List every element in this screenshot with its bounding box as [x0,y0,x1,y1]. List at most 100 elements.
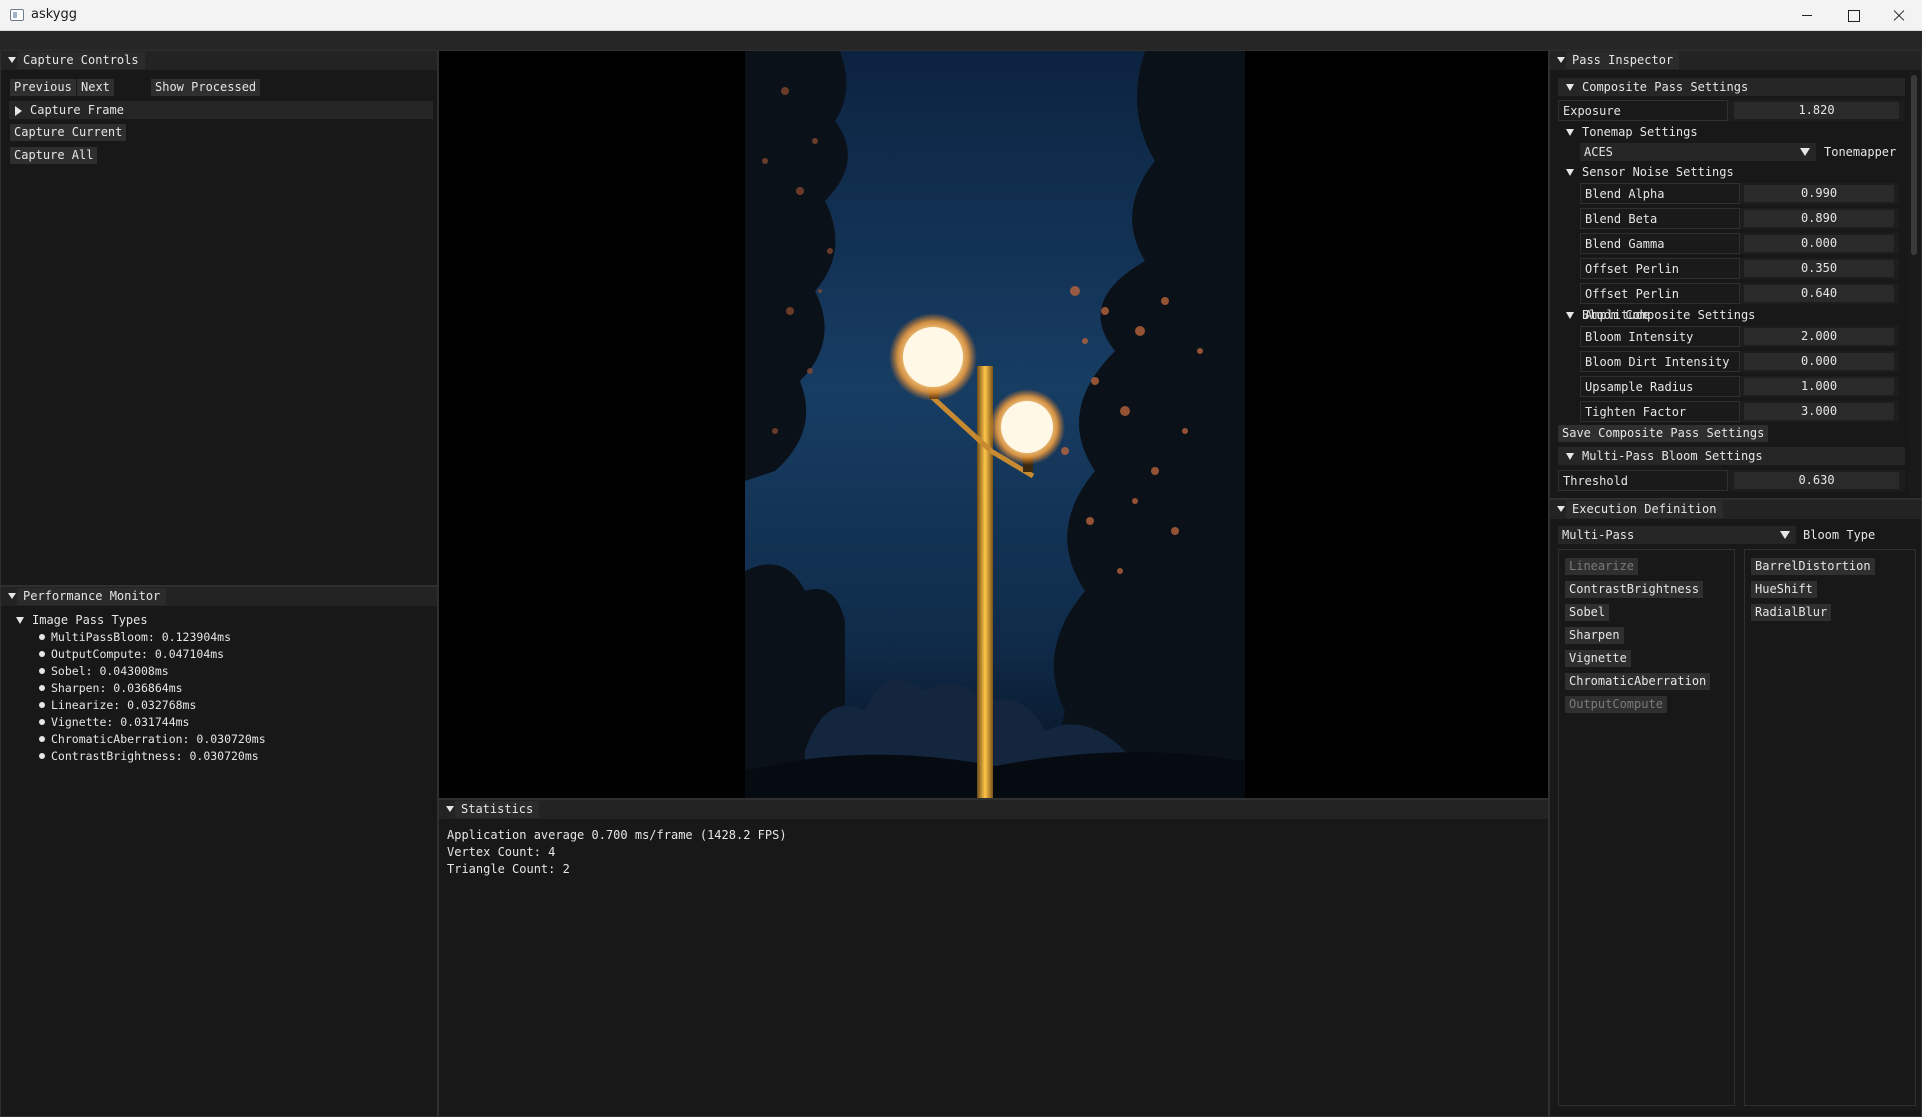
threshold-row: Threshold 0.630 [1558,470,1905,491]
blend-beta-drag-input[interactable]: 0.890 [1744,210,1894,227]
perf-entry: MultiPassBloom: 0.123904ms [51,630,232,644]
pass-item-barrel-distortion[interactable]: BarrelDistortion [1751,558,1875,575]
show-processed-button[interactable]: Show Processed [151,79,261,96]
pass-inspector-header[interactable]: Pass Inspector [1550,51,1921,70]
statistics-header[interactable]: Statistics [439,800,1548,819]
image-pass-types-node[interactable]: Image Pass Types [16,611,148,629]
bloom-intensity-label: Bloom Intensity [1580,326,1740,347]
pass-item-vignette[interactable]: Vignette [1565,650,1631,667]
section-label: Tonemap Settings [1582,125,1698,139]
capture-controls-header[interactable]: Capture Controls [1,51,437,70]
bloom-intensity-drag-input[interactable]: 2.000 [1744,328,1894,345]
blend-alpha-drag-input[interactable]: 0.990 [1744,185,1894,202]
vertical-scrollbar[interactable] [1909,71,1919,496]
section-label: Sensor Noise Settings [1582,165,1734,179]
pass-item-chromatic-aberration[interactable]: ChromaticAberration [1565,673,1711,690]
bloom-type-label: Bloom Type [1803,528,1876,542]
capture-frame-label: Capture Frame [30,103,124,117]
section-label: Bloom Composite Settings [1582,308,1756,322]
list-item: Sharpen: 0.036864ms [39,680,183,697]
minimize-icon[interactable] [1784,0,1830,31]
expand-arrow-icon [1566,453,1574,460]
list-item: Linearize: 0.032768ms [39,697,196,714]
bullet-icon [39,650,45,657]
pass-item-linearize[interactable]: Linearize [1565,558,1639,575]
available-passes-list[interactable]: BarrelDistortion HueShift RadialBlur [1744,549,1916,1106]
offset-perlin-amplitude-drag-input[interactable]: 0.640 [1744,285,1894,302]
offset-perlin-frequency-drag-input[interactable]: 0.350 [1744,260,1894,277]
stat-fps: Application average 0.700 ms/frame (1428… [447,828,787,842]
bloom-dirt-intensity-row: Bloom Dirt Intensity 0.000 [1580,351,1899,372]
offset-perlin-amplitude-row: Offset Perlin Amplitude 0.640 [1580,283,1899,322]
bullet-icon [39,701,45,708]
app-icon [10,9,24,21]
collapse-arrow-icon[interactable] [446,806,454,812]
blend-gamma-row: Blend Gamma 0.000 [1580,233,1899,254]
bloom-type-select[interactable]: Multi-Pass [1558,526,1796,544]
tighten-factor-drag-input[interactable]: 3.000 [1744,403,1894,420]
blend-gamma-drag-input[interactable]: 0.000 [1744,235,1894,252]
panel-title: Execution Definition [1566,501,1723,518]
capture-current-button[interactable]: Capture Current [10,124,127,141]
pass-item-sobel[interactable]: Sobel [1565,604,1610,621]
performance-monitor-header[interactable]: Performance Monitor [1,587,437,606]
capture-frame-node[interactable]: Capture Frame [9,101,433,119]
tonemap-settings-header[interactable]: Tonemap Settings [1566,123,1698,141]
section-label: Multi-Pass Bloom Settings [1582,449,1763,463]
upsample-radius-label: Upsample Radius [1580,376,1740,397]
bloom-dirt-intensity-drag-input[interactable]: 0.000 [1744,353,1894,370]
dropdown-arrow-icon [1780,531,1790,539]
bloom-composite-settings-header[interactable]: Bloom Composite Settings [1566,306,1755,324]
previous-button[interactable]: Previous [10,79,76,96]
active-passes-list[interactable]: Linearize ContrastBrightness Sobel Sharp… [1558,549,1735,1106]
render-viewport[interactable] [438,50,1549,799]
pass-item-sharpen[interactable]: Sharpen [1565,627,1624,644]
collapse-arrow-icon[interactable] [8,57,16,63]
collapse-arrow-icon[interactable] [1557,57,1565,63]
capture-all-button[interactable]: Capture All [10,147,98,164]
multi-pass-bloom-settings-header[interactable]: Multi-Pass Bloom Settings [1558,447,1905,465]
bullet-icon [39,718,45,725]
pass-item-contrast-brightness[interactable]: ContrastBrightness [1565,581,1704,598]
save-composite-pass-settings-button[interactable]: Save Composite Pass Settings [1558,425,1769,442]
close-icon[interactable] [1876,0,1922,31]
perf-entry: OutputCompute: 0.047104ms [51,647,225,661]
pass-item-hue-shift[interactable]: HueShift [1751,581,1817,598]
expand-arrow-icon [1566,84,1574,91]
panel-title: Pass Inspector [1566,52,1680,69]
threshold-drag-input[interactable]: 0.630 [1734,472,1899,489]
window-title: askygg [31,7,78,22]
blend-alpha-label: Blend Alpha [1580,183,1740,204]
collapse-arrow-icon[interactable] [8,593,16,599]
capture-controls-panel: Capture Controls Previous Next Show Proc… [0,50,438,586]
expand-arrow-icon [1566,129,1574,136]
bloom-dirt-intensity-label: Bloom Dirt Intensity [1580,351,1740,372]
next-button[interactable]: Next [77,79,114,96]
upsample-radius-drag-input[interactable]: 1.000 [1744,378,1894,395]
perf-entry: Sharpen: 0.036864ms [51,681,183,695]
exposure-label: Exposure [1558,100,1728,121]
pass-item-radial-blur[interactable]: RadialBlur [1751,604,1832,621]
dropdown-arrow-icon [1800,148,1810,156]
collapse-arrow-icon[interactable] [1557,506,1565,512]
tighten-factor-row: Tighten Factor 3.000 [1580,401,1899,422]
sensor-noise-settings-header[interactable]: Sensor Noise Settings [1566,163,1734,181]
maximize-icon[interactable] [1830,0,1876,31]
exposure-drag-input[interactable]: 1.820 [1734,102,1899,119]
rendered-photo [745,51,1245,798]
pass-item-output-compute[interactable]: OutputCompute [1565,696,1667,713]
scrollbar-thumb[interactable] [1911,75,1917,255]
composite-pass-settings-header[interactable]: Composite Pass Settings [1558,78,1905,96]
group-label: Image Pass Types [32,613,148,627]
execution-definition-header[interactable]: Execution Definition [1550,500,1921,519]
panel-title: Statistics [455,801,540,818]
statistics-panel: Statistics Application average 0.700 ms/… [438,799,1549,1117]
stat-vertex-count: Vertex Count: 4 [447,845,556,859]
panel-title: Performance Monitor [17,588,167,605]
bullet-icon [39,752,45,759]
bullet-icon [39,667,45,674]
tonemapper-select[interactable]: ACES [1580,143,1816,161]
blend-alpha-row: Blend Alpha 0.990 [1580,183,1899,204]
section-label: Composite Pass Settings [1582,80,1749,94]
bloom-type-value: Multi-Pass [1562,528,1635,542]
